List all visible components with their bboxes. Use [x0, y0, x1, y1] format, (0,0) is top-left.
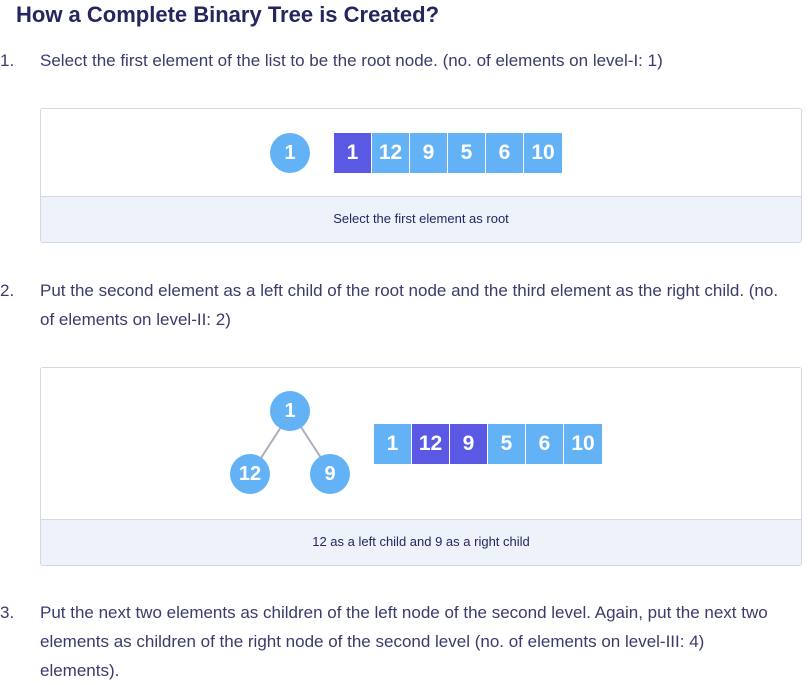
step-1-number: 1. [0, 51, 15, 70]
step-3-number: 3. [0, 603, 15, 622]
array-cell: 12 [412, 424, 450, 464]
array-cell: 12 [372, 133, 410, 173]
step-3: 3. Put the next two elements as children … [0, 598, 788, 685]
array-cell: 9 [410, 133, 448, 173]
tree-node-right-child: 9 [310, 454, 350, 494]
step-3-text: Put the next two elements as children of… [40, 603, 768, 680]
tree-node-root: 1 [270, 391, 310, 431]
figure-2-stage: 1 12 9 1 12 9 5 6 10 [41, 368, 801, 520]
figure-caption: Select the first element as root [41, 196, 801, 242]
edge-right [298, 423, 324, 462]
array-cell: 1 [374, 424, 412, 464]
array-cell: 6 [526, 424, 564, 464]
array-cell: 1 [334, 133, 372, 173]
array-list: 1 12 9 5 6 10 [374, 424, 602, 464]
figure-caption: 12 as a left child and 9 as a right chil… [41, 519, 801, 565]
array-cell: 10 [564, 424, 602, 464]
step-2-number: 2. [0, 281, 15, 300]
array-list: 1 12 9 5 6 10 [334, 133, 562, 173]
tree-node-root: 1 [270, 133, 310, 173]
array-cell: 10 [524, 133, 562, 173]
step-1: 1. Select the first element of the list t… [0, 46, 788, 75]
step-2: 2. Put the second element as a left child… [0, 276, 788, 334]
array-cell: 9 [450, 424, 488, 464]
step-2-text: Put the second element as a left child o… [40, 281, 779, 329]
edge-left [258, 423, 284, 462]
array-cell: 5 [488, 424, 526, 464]
figure-step-1: 1 1 12 9 5 6 10 Select the first element… [40, 108, 802, 243]
tree-node-left-child: 12 [230, 454, 270, 494]
figure-step-2: 1 12 9 1 12 9 5 6 10 12 as a left child … [40, 367, 802, 566]
array-cell: 6 [486, 133, 524, 173]
figure-1-stage: 1 1 12 9 5 6 10 [41, 109, 801, 197]
array-cell: 5 [448, 133, 486, 173]
page-title: How a Complete Binary Tree is Created? [16, 2, 440, 27]
step-1-text: Select the first element of the list to … [40, 51, 663, 70]
